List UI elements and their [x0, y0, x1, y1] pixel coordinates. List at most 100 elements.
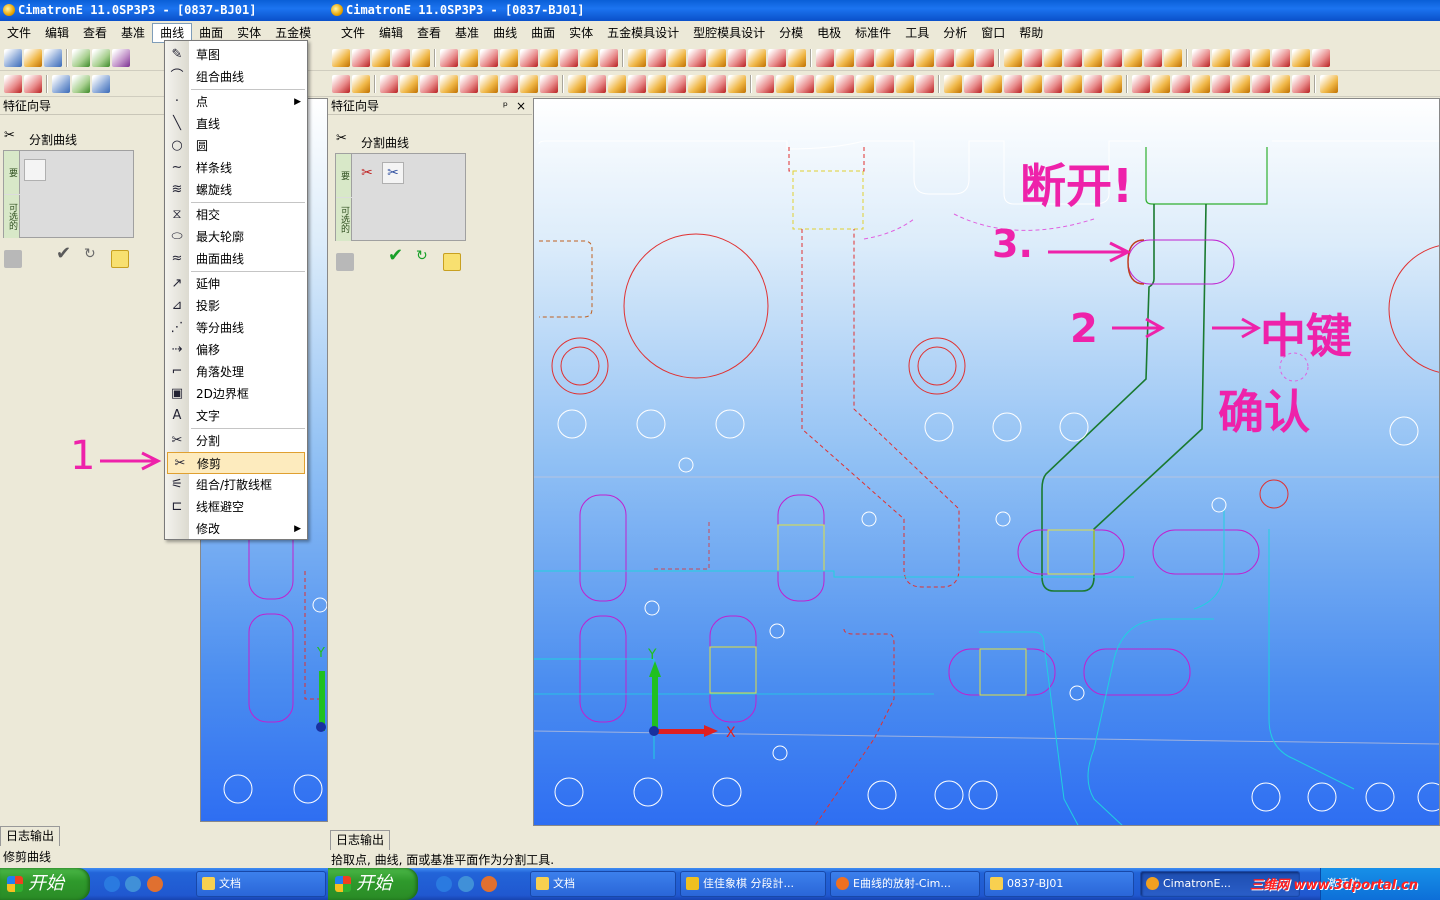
tool-e-icon[interactable]: [500, 75, 518, 93]
right-menu-surface[interactable]: 曲面: [524, 22, 562, 44]
quicklaunch-icon[interactable]: [147, 876, 163, 892]
tool-e-icon[interactable]: [520, 49, 538, 67]
ie-icon-2[interactable]: [125, 876, 141, 892]
tool-b-icon[interactable]: [1024, 75, 1042, 93]
tool-b-icon[interactable]: [896, 75, 914, 93]
tool-b-icon[interactable]: [1320, 75, 1338, 93]
tool-b-icon[interactable]: [1192, 75, 1210, 93]
left-menu-datum[interactable]: 基准: [114, 22, 152, 44]
tool-e-icon[interactable]: [380, 75, 398, 93]
tool-e-icon[interactable]: [936, 49, 954, 67]
tool-e-icon[interactable]: [1192, 49, 1210, 67]
tool-e-icon[interactable]: [836, 75, 854, 93]
tool-b-icon[interactable]: [540, 49, 558, 67]
filter-icon[interactable]: [4, 75, 22, 93]
tool-b-icon[interactable]: [412, 49, 430, 67]
tool-b-icon[interactable]: [580, 49, 598, 67]
tool-e-icon[interactable]: [460, 75, 478, 93]
tool-e-icon[interactable]: [628, 75, 646, 93]
right-menu-curve[interactable]: 曲线: [486, 22, 524, 44]
tool-e-icon[interactable]: [1044, 75, 1062, 93]
tool-e-icon[interactable]: [480, 49, 498, 67]
right-tab-required[interactable]: 要: [336, 154, 352, 197]
tool-b-icon[interactable]: [1252, 49, 1270, 67]
tool-e-icon[interactable]: [896, 49, 914, 67]
tool-b-icon[interactable]: [352, 75, 370, 93]
tool-e-icon[interactable]: [1252, 75, 1270, 93]
left-menu-file[interactable]: 文件: [0, 22, 38, 44]
menu-item-corner[interactable]: ⌐ 角落处理: [165, 361, 307, 383]
tool-b-icon[interactable]: [480, 75, 498, 93]
tool-b-icon[interactable]: [460, 49, 478, 67]
tool-e-icon[interactable]: [420, 75, 438, 93]
tool-e-icon[interactable]: [756, 75, 774, 93]
select-tool-icon[interactable]: [92, 75, 110, 93]
tool-e-icon[interactable]: [1172, 75, 1190, 93]
apply-continue-icon[interactable]: ↻: [416, 248, 428, 264]
tool-b-icon[interactable]: [500, 49, 518, 67]
right-menu-tools[interactable]: 工具: [898, 22, 936, 44]
tool-b-icon[interactable]: [876, 49, 894, 67]
menu-item-spline[interactable]: ∼ 样条线: [165, 157, 307, 179]
menu-item-max-profile[interactable]: ⬭ 最大轮廓: [165, 226, 307, 248]
tool-b-icon[interactable]: [400, 75, 418, 93]
tool-e-icon[interactable]: [1084, 75, 1102, 93]
tool-e-icon[interactable]: [856, 49, 874, 67]
left-menu-edit[interactable]: 编辑: [38, 22, 76, 44]
menu-item-point[interactable]: · 点 ▶: [165, 91, 307, 113]
right-viewport[interactable]: Y X: [533, 98, 1440, 826]
right-log-output-tab[interactable]: 日志输出: [330, 830, 391, 850]
tool-b-icon[interactable]: [520, 75, 538, 93]
menu-item-split[interactable]: ✂ 分割: [165, 430, 307, 452]
right-menu-standard-parts[interactable]: 标准件: [848, 22, 898, 44]
right-tab-optional[interactable]: 可选的: [336, 198, 352, 241]
right-menu-view[interactable]: 查看: [410, 22, 448, 44]
tool-e-icon[interactable]: [964, 75, 982, 93]
right-menu-cavity-mold[interactable]: 型腔模具设计: [686, 22, 772, 44]
tool-b-icon[interactable]: [956, 49, 974, 67]
ie-icon-2[interactable]: [458, 876, 474, 892]
menu-item-divide-curve[interactable]: ⋰ 等分曲线: [165, 317, 307, 339]
tool-e-icon[interactable]: [688, 49, 706, 67]
tool-b-icon[interactable]: [1212, 49, 1230, 67]
menu-item-wireframe-relief[interactable]: ⊏ 线框避空: [165, 496, 307, 518]
right-task-docs[interactable]: 文档: [530, 871, 676, 897]
tool-b-icon[interactable]: [856, 75, 874, 93]
pin-icon[interactable]: ᵖ: [503, 98, 508, 115]
tool-e-icon[interactable]: [876, 75, 894, 93]
tool-b-icon[interactable]: [332, 49, 350, 67]
right-start-button[interactable]: 开始: [328, 868, 418, 900]
tool-e-icon[interactable]: [440, 49, 458, 67]
menu-item-offset[interactable]: ⇢ 偏移: [165, 339, 307, 361]
cancel-icon[interactable]: [443, 253, 461, 271]
tool-b-icon[interactable]: [1124, 49, 1142, 67]
tool-e-icon[interactable]: [540, 75, 558, 93]
menu-item-project[interactable]: ⊿ 投影: [165, 295, 307, 317]
tool-e-icon[interactable]: [1104, 49, 1122, 67]
tool-e-icon[interactable]: [1024, 49, 1042, 67]
right-menu-solid[interactable]: 实体: [562, 22, 600, 44]
tool-icon[interactable]: [112, 49, 130, 67]
left-task-docs[interactable]: 文档: [196, 871, 326, 897]
tool-b-icon[interactable]: [668, 49, 686, 67]
open-icon[interactable]: [24, 49, 42, 67]
select-icon[interactable]: [52, 75, 70, 93]
menu-item-surface-curve[interactable]: ≈ 曲面曲线: [165, 248, 307, 270]
menu-item-circle[interactable]: ○ 圆: [165, 135, 307, 157]
tool-b-icon[interactable]: [728, 75, 746, 93]
left-start-button[interactable]: 开始: [0, 868, 90, 900]
tool-b-icon[interactable]: [776, 75, 794, 93]
tool-b-icon[interactable]: [1232, 75, 1250, 93]
ie-icon[interactable]: [104, 876, 120, 892]
tool-e-icon[interactable]: [1144, 49, 1162, 67]
tool-e-icon[interactable]: [600, 49, 618, 67]
tool-b-icon[interactable]: [1064, 75, 1082, 93]
tool-b-icon[interactable]: [1084, 49, 1102, 67]
tool-b-icon[interactable]: [628, 49, 646, 67]
menu-item-extend[interactable]: ↗ 延伸: [165, 273, 307, 295]
left-menu-view[interactable]: 查看: [76, 22, 114, 44]
tool-b-icon[interactable]: [788, 49, 806, 67]
quicklaunch-icon[interactable]: [481, 876, 497, 892]
tool-e-icon[interactable]: [352, 49, 370, 67]
tool-b-icon[interactable]: [1004, 49, 1022, 67]
